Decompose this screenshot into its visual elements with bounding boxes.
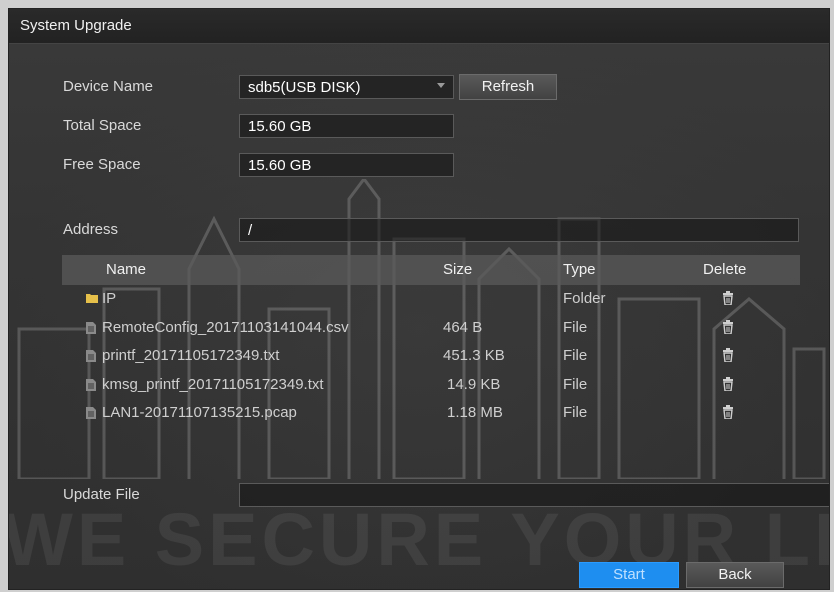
total-space-label: Total Space — [63, 117, 142, 134]
file-type: File — [563, 376, 588, 393]
screen-frame: WE SECURE YOUR LIFE System Upgrade Devic… — [0, 0, 834, 592]
trash-icon[interactable] — [722, 291, 734, 305]
address-label: Address — [63, 221, 119, 238]
file-table: Name Size Type Delete IP Folder RemoteCo… — [62, 255, 800, 440]
trash-icon[interactable] — [722, 320, 734, 334]
free-space-label: Free Space — [63, 156, 141, 173]
start-button[interactable]: Start — [579, 562, 679, 588]
file-name: LAN1-20171107135215.pcap — [102, 404, 297, 421]
file-icon — [86, 350, 96, 362]
file-name: kmsg_printf_20171105172349.txt — [102, 376, 324, 393]
file-name: RemoteConfig_20171103141044.csv — [102, 319, 349, 336]
dialog-title: System Upgrade — [20, 17, 132, 34]
device-name-select[interactable]: sdb5(USB DISK) — [239, 75, 454, 99]
trash-icon[interactable] — [722, 348, 734, 362]
address-input[interactable]: / — [239, 218, 799, 242]
total-space-value: 15.60 GB — [248, 118, 312, 135]
table-row[interactable]: IP Folder — [62, 285, 800, 313]
column-type-header: Type — [563, 261, 596, 278]
table-row[interactable]: kmsg_printf_20171105172349.txt 14.9 KB F… — [62, 371, 800, 399]
chevron-down-icon — [437, 83, 445, 88]
file-size: 464 B — [443, 319, 483, 336]
file-icon — [86, 379, 96, 391]
device-name-label: Device Name — [63, 78, 154, 95]
folder-icon — [86, 294, 98, 303]
table-row[interactable]: LAN1-20171107135215.pcap 1.18 MB File — [62, 399, 800, 427]
table-header: Name Size Type Delete — [62, 255, 800, 285]
column-size-header: Size — [443, 261, 473, 278]
file-name: IP — [102, 290, 117, 307]
trash-icon[interactable] — [722, 405, 734, 419]
file-type: File — [563, 319, 588, 336]
free-space-field: 15.60 GB — [239, 153, 454, 177]
file-icon — [86, 322, 96, 334]
total-space-field: 15.60 GB — [239, 114, 454, 138]
refresh-button[interactable]: Refresh — [459, 74, 557, 100]
column-name-header: Name — [106, 261, 147, 278]
back-button[interactable]: Back — [686, 562, 784, 588]
update-file-label: Update File — [63, 486, 140, 503]
update-file-input[interactable] — [239, 483, 829, 507]
file-name: printf_20171105172349.txt — [102, 347, 280, 364]
free-space-value: 15.60 GB — [248, 157, 312, 174]
table-row[interactable]: printf_20171105172349.txt 451.3 KB File — [62, 342, 800, 370]
device-name-value: sdb5(USB DISK) — [248, 79, 361, 96]
file-size: 1.18 MB — [447, 404, 503, 421]
file-type: File — [563, 404, 588, 421]
file-size: 451.3 KB — [443, 347, 505, 364]
trash-icon[interactable] — [722, 377, 734, 391]
title-bar: System Upgrade — [9, 9, 829, 44]
table-row[interactable]: RemoteConfig_20171103141044.csv 464 B Fi… — [62, 314, 800, 342]
address-value: / — [248, 222, 253, 239]
file-type: Folder — [563, 290, 606, 307]
file-icon — [86, 407, 96, 419]
file-size: 14.9 KB — [447, 376, 501, 393]
system-upgrade-dialog: WE SECURE YOUR LIFE System Upgrade Devic… — [8, 8, 830, 590]
file-type: File — [563, 347, 588, 364]
column-delete-header: Delete — [703, 261, 747, 278]
